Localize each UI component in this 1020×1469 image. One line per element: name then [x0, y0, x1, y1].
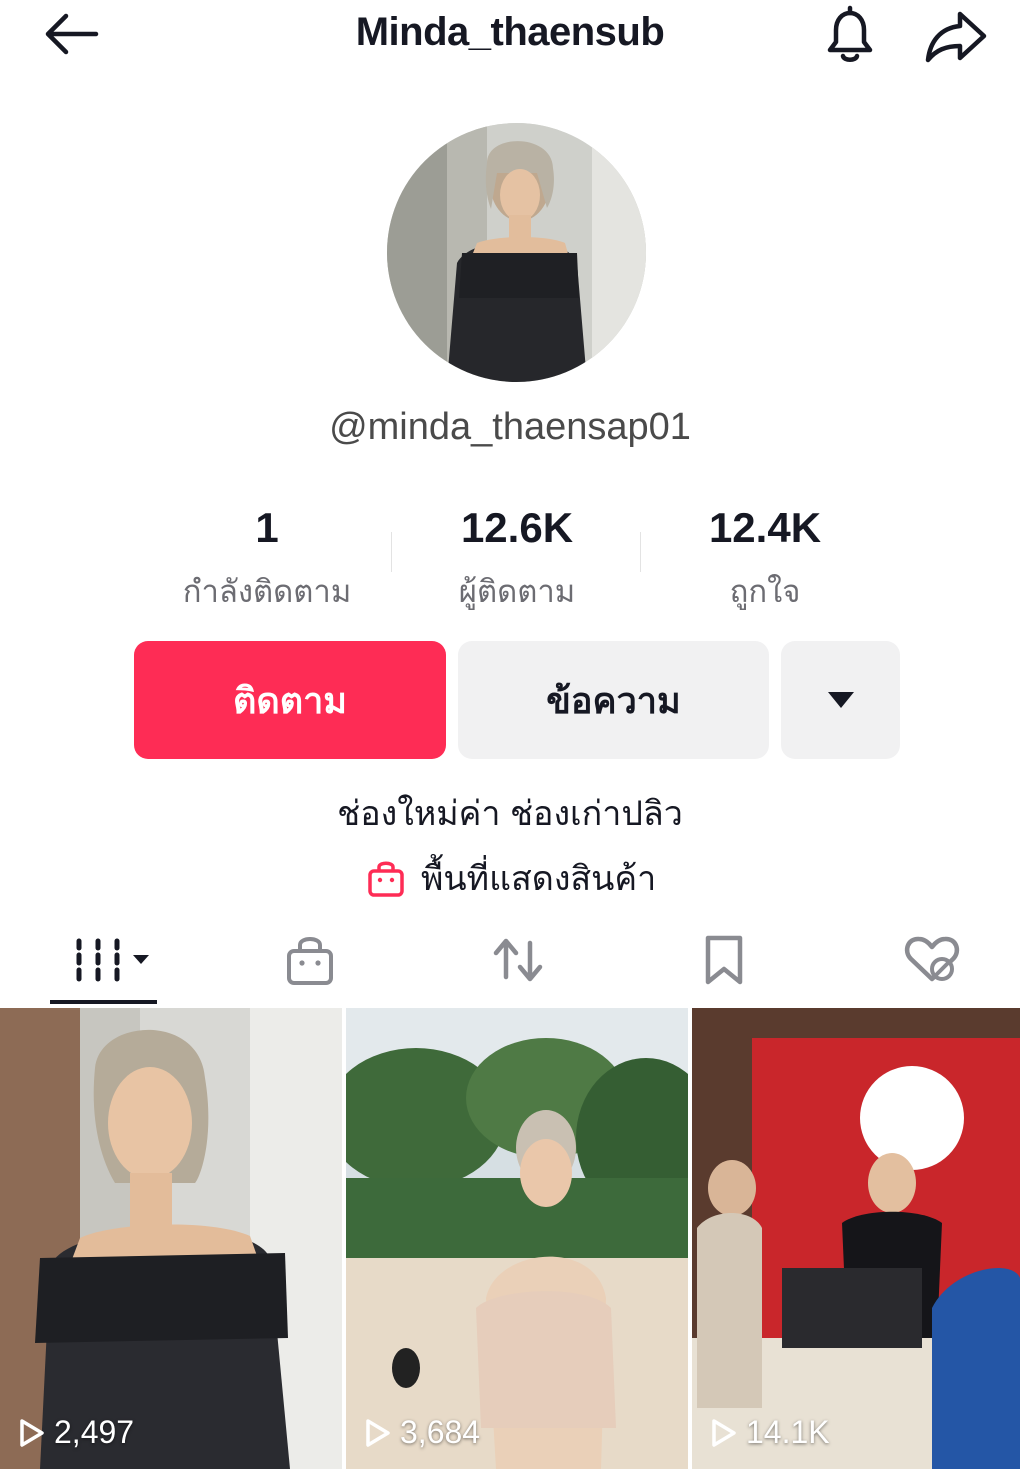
share-button[interactable]: [920, 6, 992, 66]
likes-count: 12.4K: [708, 504, 822, 551]
video-thumbnail-image: [0, 1008, 342, 1469]
showcase-label: พื้นที่แสดงสินค้า: [421, 860, 657, 898]
avatar-photo: [387, 123, 646, 382]
following-label: กำลังติดตาม: [182, 574, 352, 609]
notifications-button[interactable]: [818, 4, 882, 66]
tab-videos[interactable]: [60, 920, 156, 1000]
play-icon: [20, 1418, 44, 1447]
stat-followers[interactable]: 12.6K ผู้ติดตาม: [392, 500, 642, 616]
video-thumbnail-image: [346, 1008, 688, 1469]
tab-reposts[interactable]: [478, 920, 558, 1000]
top-bar: Minda_thaensub: [0, 0, 1020, 70]
suggested-accounts-button[interactable]: [781, 641, 900, 759]
videos-grid-icon: [76, 938, 149, 982]
play-icon: [712, 1418, 736, 1447]
followers-count: 12.6K: [460, 504, 574, 551]
video-thumbnail-image: [692, 1008, 1020, 1469]
repost-icon: [493, 938, 543, 982]
follow-button[interactable]: ติดตาม: [134, 641, 446, 759]
share-arrow-icon: [925, 11, 987, 63]
content-tabs: [0, 920, 1020, 1008]
view-count: 3,684: [364, 1414, 480, 1451]
video-thumbnail[interactable]: 3,684: [346, 1008, 688, 1469]
tab-shop[interactable]: [270, 920, 350, 1000]
view-count-text: 2,497: [54, 1414, 135, 1450]
username-handle: @minda_thaensap01: [329, 406, 691, 448]
stat-likes[interactable]: 12.4K ถูกใจ: [640, 500, 890, 616]
profile-bio: ช่องใหม่ค่า ช่องเก่าปลิว: [337, 795, 683, 833]
bell-icon: [827, 5, 873, 62]
view-count-text: 14.1K: [746, 1414, 830, 1450]
shopping-bag-icon: [287, 937, 333, 985]
stat-following[interactable]: 1 กำลังติดตาม: [142, 500, 392, 616]
profile-stats: 1 กำลังติดตาม 12.6K ผู้ติดตาม 12.4K ถูกใ…: [0, 500, 1020, 610]
likes-label: ถูกใจ: [729, 574, 801, 609]
followers-label: ผู้ติดตาม: [458, 574, 576, 609]
following-count: 1: [255, 504, 279, 551]
video-thumbnail[interactable]: 2,497: [0, 1008, 342, 1469]
active-tab-indicator: [50, 1000, 157, 1004]
view-count: 14.1K: [710, 1414, 830, 1451]
caret-down-icon: [827, 692, 854, 708]
bookmark-icon: [705, 935, 743, 985]
view-count-text: 3,684: [400, 1414, 481, 1450]
video-thumbnail[interactable]: 14.1K: [692, 1008, 1020, 1469]
play-icon: [366, 1418, 390, 1447]
video-grid: 2,497 3,684 14.1K: [0, 1008, 1020, 1469]
showcase-link[interactable]: พื้นที่แสดงสินค้า: [367, 853, 656, 903]
view-count: 2,497: [18, 1414, 134, 1451]
avatar[interactable]: [387, 123, 646, 382]
message-button[interactable]: ข้อความ: [458, 641, 769, 759]
liked-hidden-icon: [904, 936, 960, 982]
shopping-bag-icon: [368, 861, 404, 897]
tab-liked[interactable]: [892, 920, 972, 1000]
tab-saved[interactable]: [684, 920, 764, 1000]
